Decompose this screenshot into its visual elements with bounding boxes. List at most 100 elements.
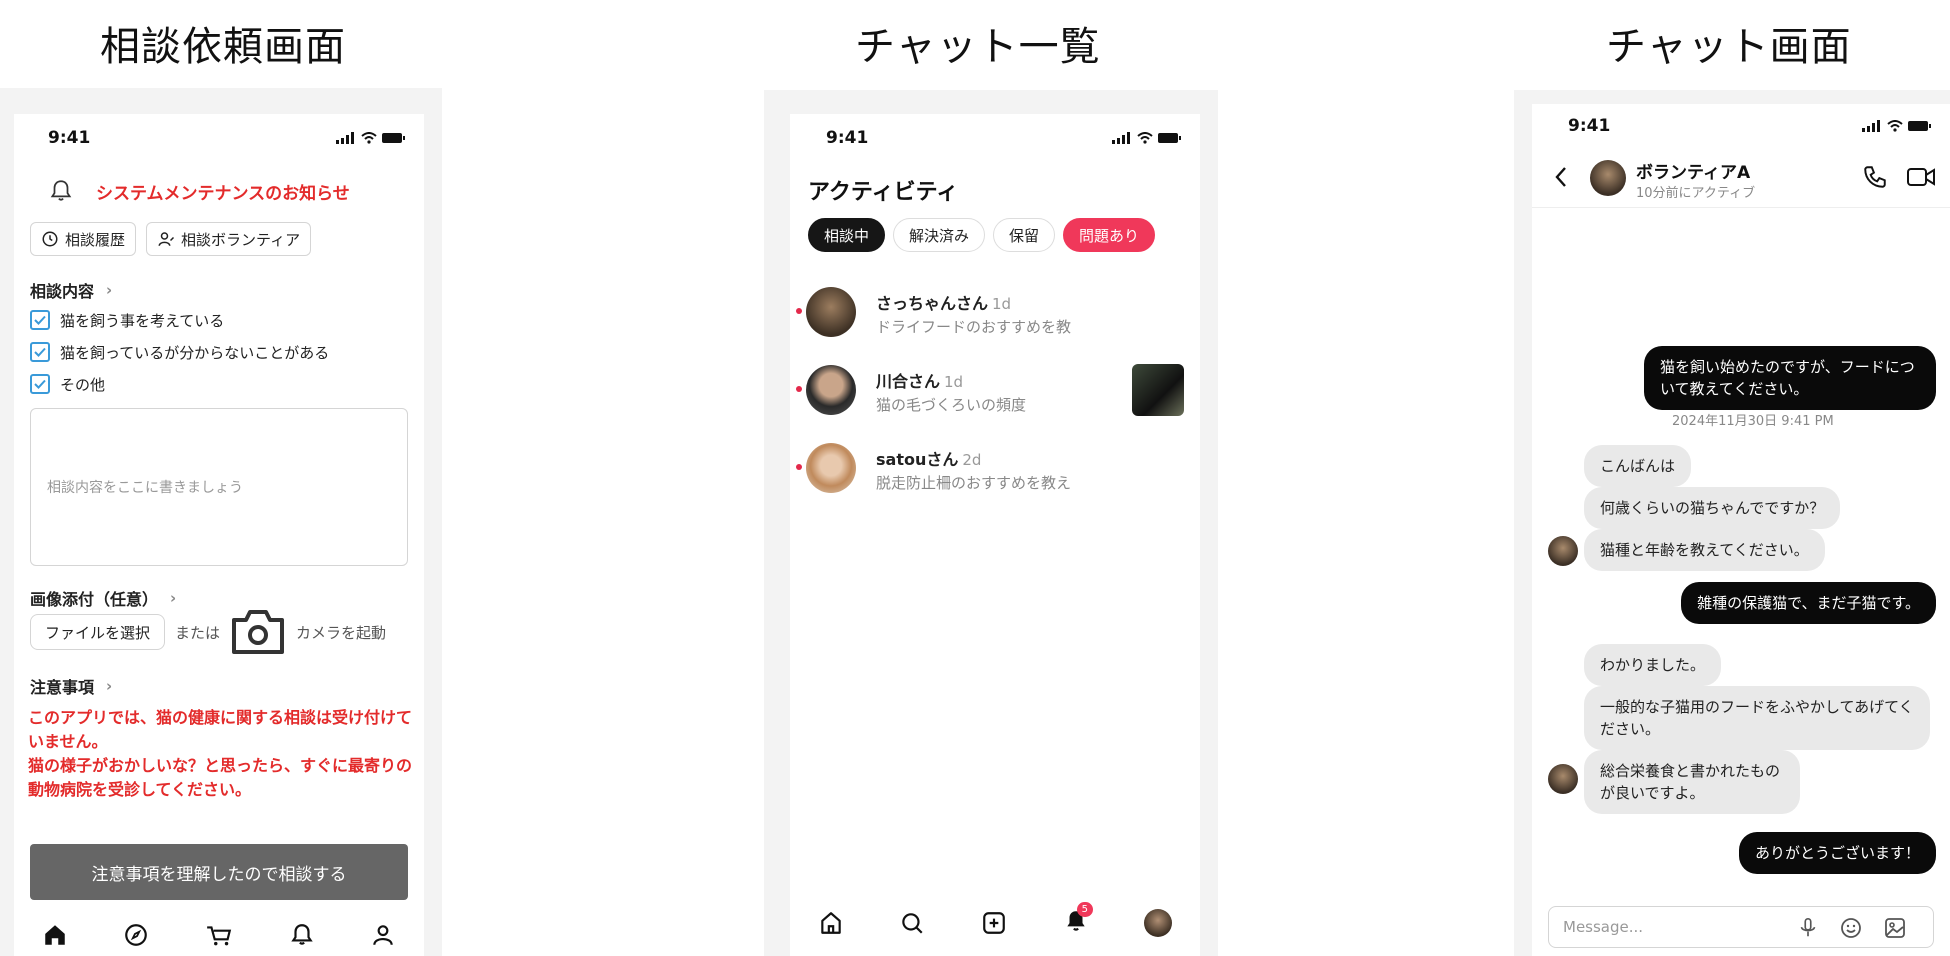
avatar — [806, 365, 856, 415]
image-label-row[interactable]: 画像添付（任意） › — [30, 586, 176, 610]
chat-partner-name: ボランティアA — [1636, 163, 1751, 183]
content-textarea[interactable]: 相談内容をここに書きましょう — [30, 408, 408, 566]
frame-consult: 9:41 システムメンテナンスのお知らせ 相談履歴 相談ボランティア 相談内容 — [0, 88, 442, 956]
checkbox-checked-icon[interactable] — [30, 310, 50, 330]
battery-icon — [1908, 121, 1931, 131]
avatar — [1548, 536, 1578, 566]
chat-list-item[interactable]: satouさん 2d 脱走防止柵のおすすめを教え — [790, 438, 1200, 496]
status-time: 9:41 — [48, 128, 91, 148]
signal-icon — [1862, 120, 1880, 132]
history-button[interactable]: 相談履歴 — [30, 222, 137, 256]
check-list: 猫を飼う事を考えている 猫を飼っているが分からないことがある その他 — [30, 306, 329, 398]
notification-tab[interactable]: 5 — [1063, 902, 1093, 938]
chat-name-row: 川合さん 1d — [876, 368, 963, 392]
notification-badge: 5 — [1076, 902, 1093, 917]
message-bubble-in: 一般的な子猫用のフードをふやかしてあげてください。 — [1584, 686, 1930, 750]
camera-icon[interactable] — [230, 608, 286, 656]
file-select-button[interactable]: ファイルを選択 — [30, 614, 166, 650]
message-bubble-in: こんばんは — [1584, 445, 1692, 487]
phone-list-screen: 9:41 アクティビティ 相談中 解決済み 保留 問題あり さっちゃんさん 1d … — [790, 114, 1200, 956]
chip-resolved[interactable]: 解決済み — [893, 218, 986, 252]
chat-time: 2d — [962, 451, 982, 469]
check-item-3[interactable]: その他 — [30, 370, 329, 398]
message-input[interactable]: Message... — [1548, 906, 1934, 948]
phone-icon[interactable] — [1862, 164, 1888, 190]
activity-header: アクティビティ — [808, 180, 959, 205]
avatar[interactable] — [1144, 909, 1173, 937]
content-label: 相談内容 — [30, 282, 95, 301]
chat-time: 1d — [944, 373, 964, 391]
unread-dot — [796, 308, 802, 314]
message-timestamp: 2024年11月30日 9:41 PM — [1672, 414, 1834, 429]
bell-icon[interactable] — [289, 922, 315, 948]
warning-text-1: このアプリでは、猫の健康に関する相談は受け付けていません。 — [28, 708, 413, 751]
avatar[interactable] — [1590, 160, 1626, 196]
avatar — [806, 443, 856, 493]
signal-icon — [336, 132, 354, 144]
chip-in-progress[interactable]: 相談中 — [808, 218, 886, 252]
tabbar: 5 — [790, 902, 1200, 944]
or-text: または — [175, 623, 221, 642]
chip-has-issue[interactable]: 問題あり — [1063, 218, 1156, 252]
chat-preview: 脱走防止柵のおすすめを教え — [876, 474, 1072, 492]
check-label: その他 — [60, 375, 106, 394]
caution-label-row[interactable]: 注意事項 › — [30, 674, 112, 698]
check-item-1[interactable]: 猫を飼う事を考えている — [30, 306, 329, 334]
chat-preview: 猫の毛づくろいの頻度 — [876, 396, 1027, 414]
chat-list-item[interactable]: さっちゃんさん 1d ドライフードのおすすめを教 — [790, 282, 1200, 340]
chat-thumbnail[interactable] — [1132, 364, 1184, 416]
unread-dot — [796, 464, 802, 470]
battery-icon — [382, 133, 405, 143]
message-bubble-in: 総合栄養食と書かれたものが良いですよ。 — [1584, 750, 1800, 814]
chevron-right-icon: › — [106, 677, 113, 695]
volunteer-button[interactable]: 相談ボランティア — [146, 222, 312, 256]
checkbox-checked-icon[interactable] — [30, 374, 50, 394]
checkbox-checked-icon[interactable] — [30, 342, 50, 362]
profile-icon[interactable] — [370, 922, 396, 948]
status-time: 9:41 — [826, 128, 869, 148]
filter-chips: 相談中 解決済み 保留 問題あり — [808, 218, 1156, 252]
avatar — [1548, 764, 1578, 794]
bell-icon — [50, 180, 72, 201]
chat-name-row: さっちゃんさん 1d — [876, 290, 1011, 314]
check-label: 猫を飼っているが分からないことがある — [60, 343, 330, 362]
chat-list-item[interactable]: 川合さん 1d 猫の毛づくろいの頻度 — [790, 360, 1200, 418]
message-bubble-out: 雑種の保護猫で、まだ子猫です。 — [1681, 582, 1936, 624]
message-bubble-out: ありがとうございます！ — [1738, 832, 1936, 874]
volunteer-label: 相談ボランティア — [181, 230, 301, 249]
history-icon — [42, 231, 58, 247]
chat-time: 1d — [992, 295, 1012, 313]
section-title-consult: 相談依頼画面 — [100, 24, 346, 70]
notice-row[interactable]: システムメンテナンスのお知らせ — [48, 178, 350, 204]
chevron-right-icon: › — [170, 589, 177, 607]
content-label-row[interactable]: 相談内容 › — [30, 278, 112, 302]
signal-icon — [1112, 132, 1130, 144]
notice-text: システムメンテナンスのお知らせ — [96, 183, 350, 204]
chevron-right-icon: › — [106, 281, 113, 299]
home-icon[interactable] — [818, 910, 844, 936]
back-icon[interactable] — [1554, 166, 1568, 188]
emoji-icon[interactable] — [1839, 916, 1863, 940]
person-edit-icon — [158, 232, 175, 246]
cart-icon[interactable] — [205, 922, 233, 948]
video-icon[interactable] — [1906, 166, 1936, 188]
status-time: 9:41 — [1568, 116, 1611, 136]
wifi-icon — [1137, 132, 1153, 144]
compass-icon[interactable] — [123, 922, 149, 948]
chat-name: さっちゃんさん — [876, 294, 989, 313]
microphone-icon[interactable] — [1797, 916, 1819, 940]
check-item-2[interactable]: 猫を飼っているが分からないことがある — [30, 338, 329, 366]
battery-icon — [1158, 133, 1181, 143]
warning-text-2: 猫の様子がおかしいな？と思ったら、すぐに最寄りの動物病院を受診してください。 — [28, 756, 413, 799]
plus-square-icon[interactable] — [981, 910, 1007, 936]
phone-chat-screen: 9:41 ボランティアA 10分前にアクティブ 猫を飼い始めたのですが、フードに… — [1532, 104, 1950, 956]
home-icon[interactable] — [42, 922, 68, 948]
search-icon[interactable] — [899, 910, 925, 936]
submit-button[interactable]: 注意事項を理解したので相談する — [30, 844, 408, 900]
image-icon[interactable] — [1883, 916, 1907, 940]
message-bubble-out: 猫を飼い始めたのですが、フードについて教えてください。 — [1644, 346, 1936, 410]
camera-text[interactable]: カメラを起動 — [296, 622, 386, 643]
message-bubble-in: 何歳くらいの猫ちゃんでですか？ — [1584, 487, 1841, 529]
chip-on-hold[interactable]: 保留 — [993, 218, 1056, 252]
unread-dot — [796, 386, 802, 392]
